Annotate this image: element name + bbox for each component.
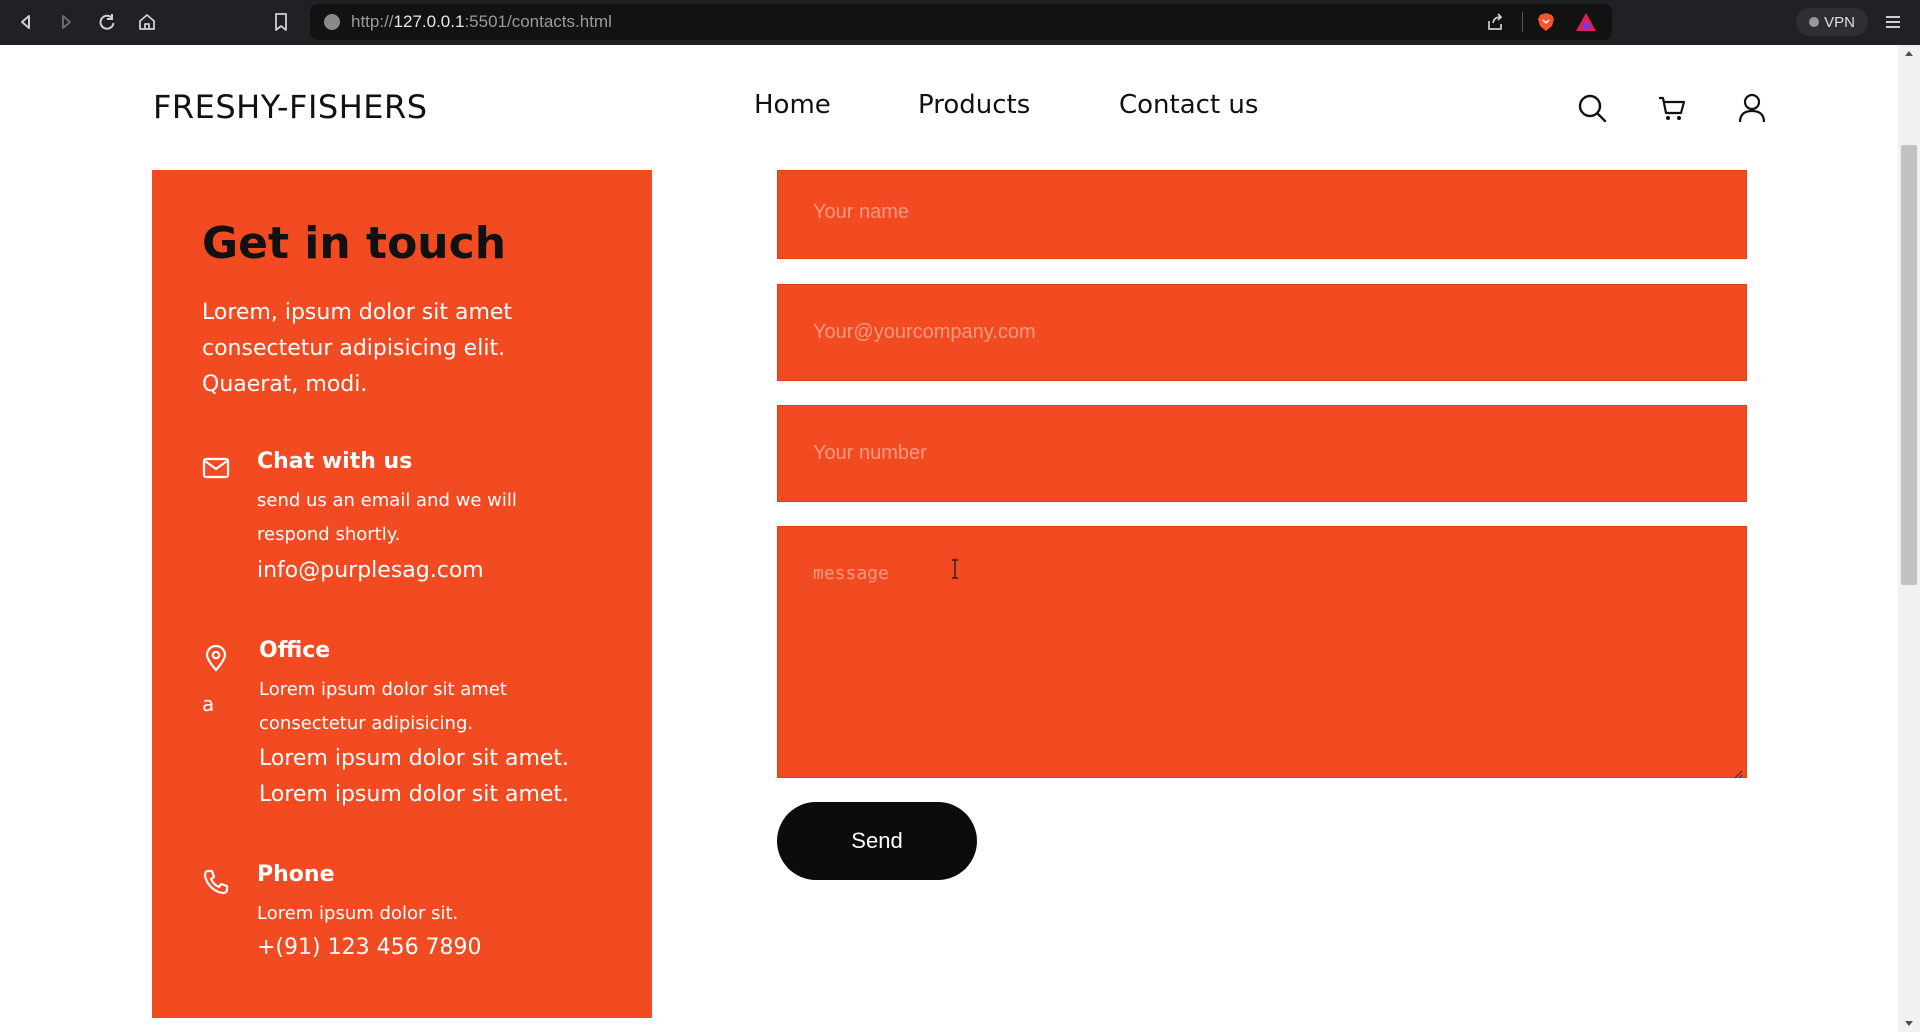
forward-icon[interactable]: [54, 10, 78, 34]
office-stray-char: a: [202, 692, 215, 716]
vpn-status-icon: [1809, 17, 1820, 27]
text-cursor-icon: [950, 559, 960, 579]
send-button[interactable]: Send: [777, 802, 977, 880]
number-placeholder: Your number: [813, 442, 927, 464]
office-line-2: Lorem ipsum dolor sit amet.: [259, 782, 570, 807]
phone-number[interactable]: +(91) 123 456 7890: [257, 930, 482, 966]
brave-rewards-icon[interactable]: [1575, 12, 1597, 36]
url-text[interactable]: http://127.0.0.1:5501/contacts.html: [351, 12, 612, 32]
bookmark-icon[interactable]: [269, 10, 293, 34]
email-input[interactable]: Your@yourcompany.com: [777, 284, 1747, 381]
card-title: Get in touch: [202, 218, 507, 269]
divider: [1522, 12, 1523, 32]
brave-shields-icon[interactable]: [1535, 11, 1557, 37]
vpn-button[interactable]: VPN: [1796, 8, 1868, 36]
scroll-thumb[interactable]: [1901, 145, 1917, 585]
cart-icon[interactable]: [1655, 91, 1689, 125]
nav-contact[interactable]: Contact us: [1119, 90, 1258, 120]
email-placeholder: Your@yourcompany.com: [813, 321, 1036, 343]
chat-heading: Chat with us: [257, 449, 413, 474]
contact-info-card: Get in touch Lorem, ipsum dolor sit amet…: [152, 170, 652, 1018]
nav-products[interactable]: Products: [918, 90, 1030, 120]
resize-handle-icon[interactable]: [1733, 764, 1743, 779]
scroll-down-icon[interactable]: [1905, 1021, 1913, 1026]
page-scrollbar[interactable]: [1898, 45, 1920, 1032]
message-placeholder: message: [813, 563, 889, 584]
chat-text: send us an email and we will respond sho…: [257, 490, 517, 545]
nav-home[interactable]: Home: [754, 90, 831, 120]
vpn-label: VPN: [1824, 13, 1855, 31]
page: FRESHY-FISHERS Home Products Contact us …: [0, 45, 1898, 1032]
menu-icon[interactable]: [1884, 13, 1902, 35]
mail-icon: [202, 454, 230, 482]
card-description: Lorem, ipsum dolor sit amet consectetur …: [202, 300, 513, 397]
location-icon: [202, 644, 230, 672]
scroll-up-icon[interactable]: [1905, 51, 1913, 56]
user-icon[interactable]: [1735, 91, 1769, 125]
name-placeholder: Your name: [813, 201, 909, 223]
message-textarea[interactable]: message: [777, 526, 1747, 779]
phone-heading: Phone: [257, 862, 335, 887]
name-input[interactable]: Your name: [777, 170, 1747, 259]
address-bar[interactable]: http://127.0.0.1:5501/contacts.html: [310, 4, 1612, 40]
search-icon[interactable]: [1575, 91, 1609, 125]
office-text: Lorem ipsum dolor sit amet consectetur a…: [259, 679, 507, 734]
back-icon[interactable]: [14, 10, 38, 34]
reload-icon[interactable]: [95, 10, 119, 34]
browser-toolbar: http://127.0.0.1:5501/contacts.html VPN: [0, 0, 1920, 45]
home-icon[interactable]: [135, 10, 159, 34]
site-logo[interactable]: FRESHY-FISHERS: [153, 88, 428, 126]
number-input[interactable]: Your number: [777, 405, 1747, 502]
chat-email[interactable]: info@purplesag.com: [257, 553, 484, 589]
phone-icon: [202, 868, 230, 896]
share-icon[interactable]: [1485, 12, 1505, 36]
office-heading: Office: [259, 638, 331, 663]
site-info-icon[interactable]: [324, 14, 340, 30]
phone-text: Lorem ipsum dolor sit.: [257, 903, 459, 924]
office-line-1: Lorem ipsum dolor sit amet.: [259, 746, 570, 771]
